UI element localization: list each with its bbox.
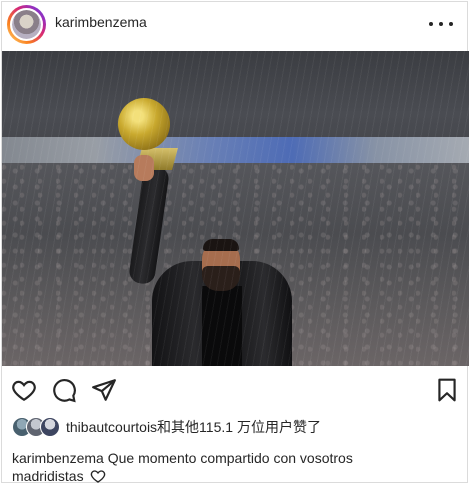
post-caption: karimbenzema Que momento compartido con … <box>12 449 452 485</box>
heart-icon[interactable] <box>11 377 37 403</box>
more-dot <box>449 22 453 26</box>
heart-icon <box>91 470 106 483</box>
likes-text[interactable]: thibautcourtois和其他115.1 万位用户赞了 <box>66 417 321 437</box>
caption-text-line2: madridistas <box>12 468 84 484</box>
post-photo[interactable] <box>2 51 469 366</box>
caption-username[interactable]: karimbenzema <box>12 450 104 466</box>
likes-summary[interactable]: thibautcourtois和其他115.1 万位用户赞了 <box>12 416 462 438</box>
avatar-image <box>12 10 41 39</box>
rain-overlay <box>2 51 469 366</box>
action-bar <box>2 372 467 408</box>
post-header: karimbenzema <box>2 2 467 50</box>
post-card: karimbenzema thibautcourtois和其他115.1 万位用… <box>1 1 469 485</box>
liker-avatars <box>12 417 66 437</box>
post-username[interactable]: karimbenzema <box>55 14 147 30</box>
bookmark-icon[interactable] <box>434 377 460 403</box>
more-icon[interactable] <box>429 12 453 36</box>
send-icon[interactable] <box>91 377 117 403</box>
more-dot <box>429 22 433 26</box>
avatar <box>40 417 60 437</box>
caption-text-line1: Que momento compartido con vosotros <box>107 450 353 466</box>
more-dot <box>439 22 443 26</box>
story-ring[interactable] <box>7 5 46 44</box>
avatar[interactable] <box>10 8 43 41</box>
comment-icon[interactable] <box>51 377 77 403</box>
